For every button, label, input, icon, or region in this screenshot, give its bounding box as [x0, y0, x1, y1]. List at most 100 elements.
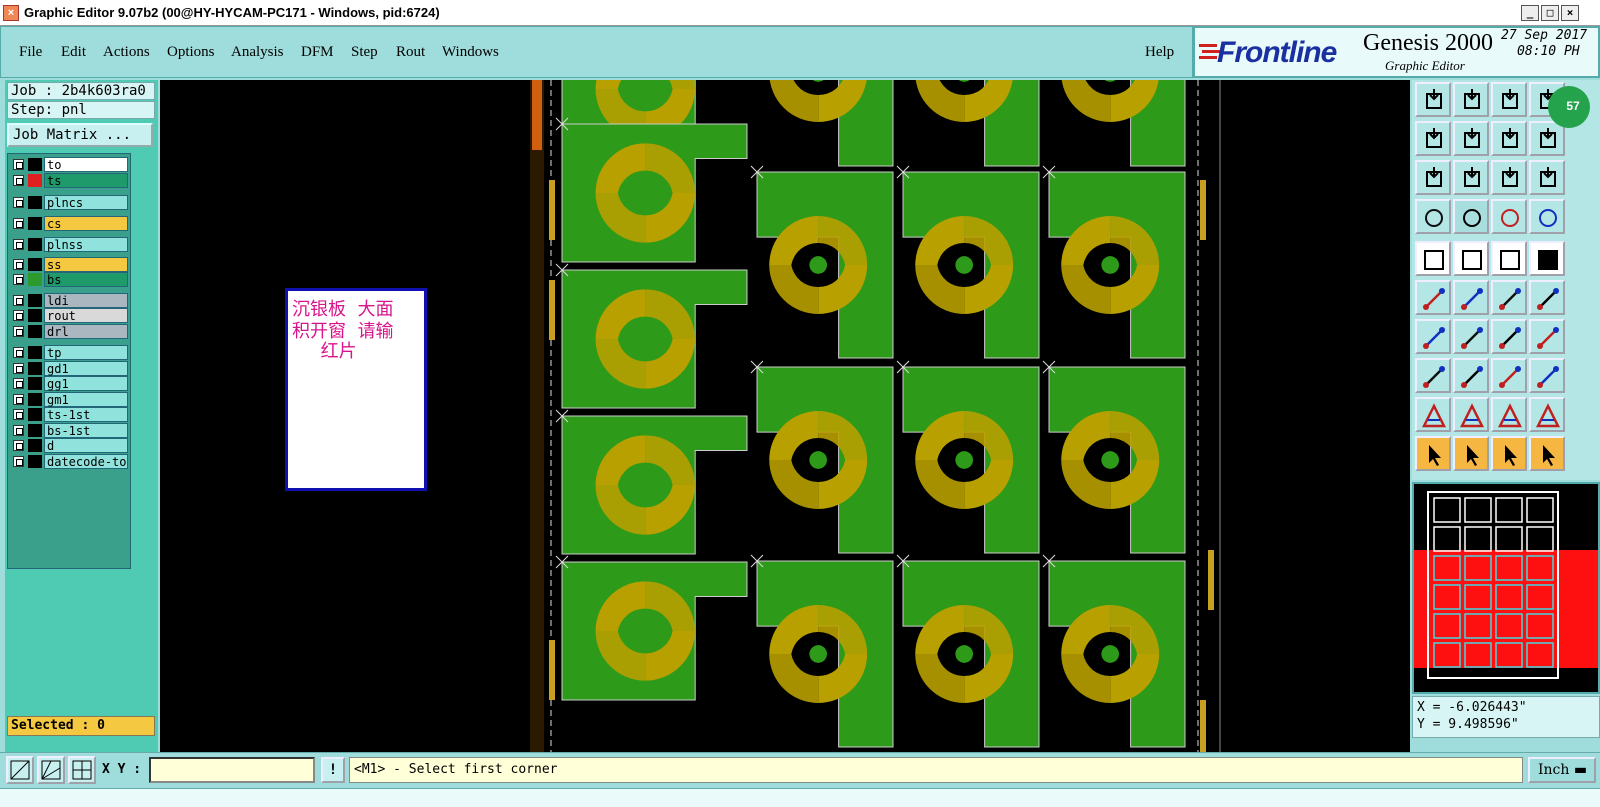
layer-checkbox[interactable] [13, 259, 24, 270]
layer-checkbox[interactable] [13, 440, 24, 451]
layer-name[interactable]: ss [44, 257, 128, 272]
layer-row-gg1[interactable]: gg1 [12, 376, 129, 391]
layer-name[interactable]: cs [44, 216, 128, 231]
resize-button[interactable] [1491, 358, 1527, 393]
menu-rout[interactable]: Rout [396, 44, 425, 61]
help-button[interactable] [1529, 160, 1565, 195]
layer-name[interactable]: drl [44, 324, 128, 339]
pan-button[interactable] [1529, 121, 1565, 156]
layer-checkbox[interactable] [13, 310, 24, 321]
layer-name[interactable]: ldi [44, 293, 128, 308]
layer-name[interactable]: plncs [44, 195, 128, 210]
select-pointer-button[interactable] [1491, 436, 1527, 471]
mirror-button[interactable] [1529, 319, 1565, 354]
line-red-button[interactable] [1415, 319, 1451, 354]
text-c-button[interactable] [1491, 397, 1527, 432]
layer-checkbox[interactable] [13, 363, 24, 374]
layer-row-d[interactable]: d [12, 438, 129, 453]
home-button[interactable] [1491, 82, 1527, 117]
menu-help[interactable]: Help [1145, 44, 1174, 61]
layer-row-to[interactable]: to [12, 157, 129, 172]
layer-name[interactable]: plnss [44, 237, 128, 252]
zoom-center-button[interactable] [1453, 160, 1489, 195]
menu-options[interactable]: Options [167, 44, 215, 61]
menu-windows[interactable]: Windows [442, 44, 499, 61]
layer-row-rout[interactable]: rout [12, 308, 129, 323]
xy-input[interactable] [149, 757, 315, 783]
menu-file[interactable]: File [19, 44, 42, 61]
layer-name[interactable]: tp [44, 345, 128, 360]
layer-row-plncs[interactable]: plncs [12, 195, 129, 210]
pad-button[interactable] [1415, 241, 1451, 276]
text-a-button[interactable] [1415, 397, 1451, 432]
layer-name[interactable]: bs [44, 272, 128, 287]
layer-row-gd1[interactable]: gd1 [12, 361, 129, 376]
zoom-fit-button[interactable] [1491, 121, 1527, 156]
units-select[interactable]: Inch ▬ [1528, 757, 1596, 783]
select-button[interactable] [1415, 436, 1451, 471]
layer-checkbox[interactable] [13, 394, 24, 405]
menu-edit[interactable]: Edit [61, 44, 86, 61]
arrow-button[interactable] [1529, 280, 1565, 315]
layer-name[interactable]: ts-1st [44, 407, 128, 422]
layer-row-gm1[interactable]: gm1 [12, 392, 129, 407]
layer-checkbox[interactable] [13, 197, 24, 208]
layer-name[interactable]: d [44, 438, 128, 453]
job-matrix-button[interactable]: Job Matrix ... [7, 123, 153, 147]
layer-row-bs-1st[interactable]: bs-1st [12, 423, 129, 438]
layer-name[interactable]: gm1 [44, 392, 128, 407]
layer-row-cs[interactable]: cs [12, 216, 129, 231]
layer-row-bs[interactable]: bs [12, 272, 129, 287]
layer-row-plnss[interactable]: plnss [12, 237, 129, 252]
layer-row-datecode-to[interactable]: datecode-to [12, 454, 129, 469]
layer-checkbox[interactable] [13, 159, 24, 170]
layer-row-drl[interactable]: drl [12, 324, 129, 339]
minus-button[interactable] [1453, 358, 1489, 393]
rotate-button[interactable] [1491, 319, 1527, 354]
delete-button[interactable] [1453, 280, 1489, 315]
select-box-button[interactable] [1453, 436, 1489, 471]
ruler-button[interactable] [1491, 241, 1527, 276]
menu-actions[interactable]: Actions [103, 44, 150, 61]
copy-button[interactable] [1415, 358, 1451, 393]
layer-row-tp[interactable]: tp [12, 345, 129, 360]
layer-row-ss[interactable]: ss [12, 257, 129, 272]
layer-checkbox[interactable] [13, 239, 24, 250]
text-d-button[interactable] [1529, 397, 1565, 432]
select-net-button[interactable] [1529, 436, 1565, 471]
layer-row-ldi[interactable]: ldi [12, 293, 129, 308]
measure-button[interactable] [1415, 199, 1451, 234]
layer-checkbox[interactable] [13, 378, 24, 389]
layer-name[interactable]: to [44, 157, 128, 172]
layer-name[interactable]: ts [44, 173, 128, 188]
layer-checkbox[interactable] [13, 218, 24, 229]
zoom-in-button[interactable] [1415, 121, 1451, 156]
layer-checkbox[interactable] [13, 409, 24, 420]
graphic-canvas[interactable]: 沉银板 大面 积开窗 请输 红片 [160, 80, 1410, 752]
layer-name[interactable]: bs-1st [44, 423, 128, 438]
add-line-button[interactable] [1415, 280, 1451, 315]
command-button[interactable]: ! [321, 757, 345, 783]
notification-badge[interactable]: 57 [1548, 86, 1590, 128]
zoom-extent-button[interactable] [1415, 160, 1451, 195]
ratio-button[interactable] [1491, 160, 1527, 195]
angle-mode-icon[interactable] [37, 756, 65, 784]
menu-step[interactable]: Step [351, 44, 378, 61]
layer-up-button[interactable] [1415, 82, 1451, 117]
layer-row-ts-1st[interactable]: ts-1st [12, 407, 129, 422]
text-b-button[interactable] [1453, 397, 1489, 432]
snap-mode-icon[interactable] [6, 756, 34, 784]
cut-button[interactable] [1453, 241, 1489, 276]
menu-dfm[interactable]: DFM [301, 44, 334, 61]
move-point-button[interactable] [1491, 280, 1527, 315]
layer-name[interactable]: gg1 [44, 376, 128, 391]
grid-snap-icon[interactable] [68, 756, 96, 784]
layer-down-button[interactable] [1453, 82, 1489, 117]
layer-checkbox[interactable] [13, 347, 24, 358]
zoom-out-button[interactable] [1453, 121, 1489, 156]
layer-name[interactable]: gd1 [44, 361, 128, 376]
snap-button[interactable] [1529, 199, 1565, 234]
layer-checkbox[interactable] [13, 175, 24, 186]
layer-name[interactable]: datecode-to [44, 454, 128, 469]
grid-button[interactable] [1453, 199, 1489, 234]
